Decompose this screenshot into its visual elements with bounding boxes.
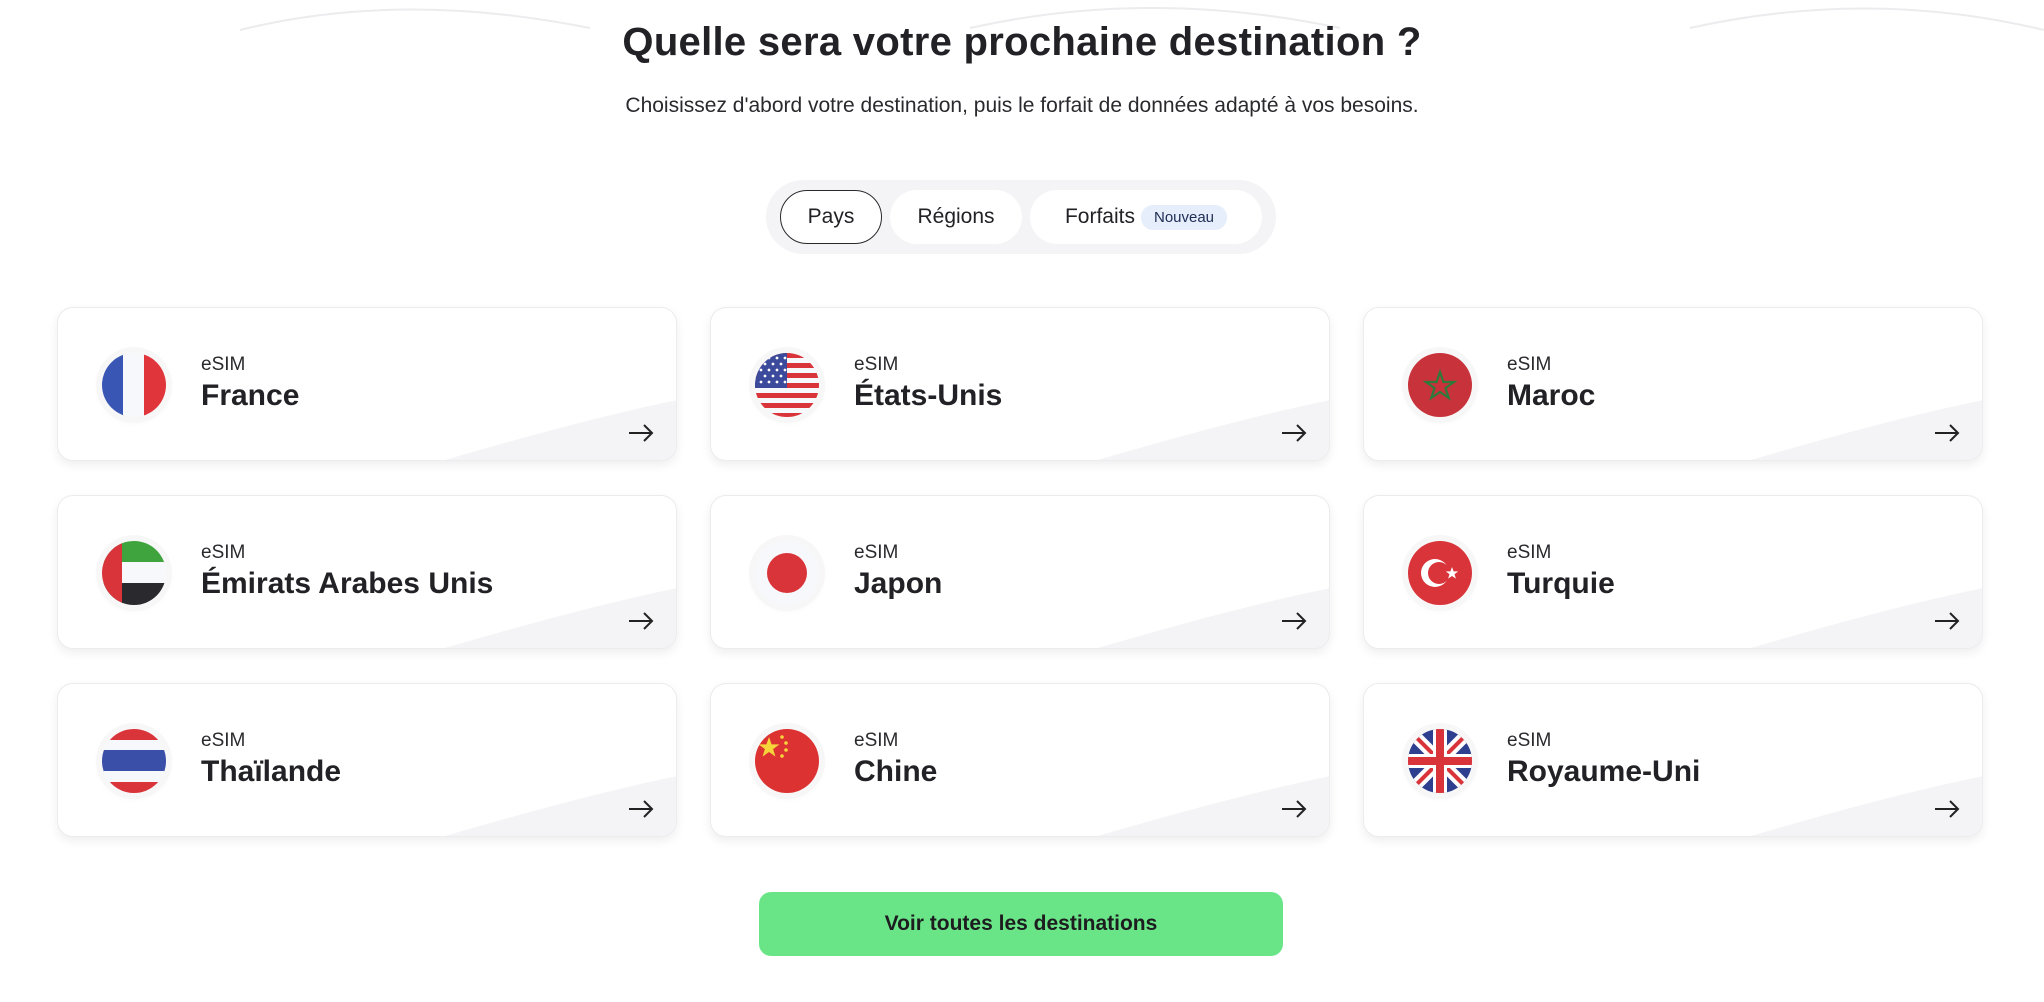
arrow-right-icon bbox=[1935, 612, 1960, 630]
arrow-right-icon bbox=[1282, 424, 1307, 442]
page-subtitle: Choisissez d'abord votre destination, pu… bbox=[625, 94, 1419, 117]
tab-forfaits-label: Forfaits bbox=[1064, 205, 1135, 228]
uk-flag-icon bbox=[1408, 729, 1472, 793]
country-name: Maroc bbox=[1507, 379, 1596, 412]
esim-label: eSIM bbox=[854, 730, 899, 751]
country-name: Royaume-Uni bbox=[1507, 755, 1701, 788]
arrow-right-icon bbox=[1935, 800, 1960, 818]
destination-card-etats-unis[interactable]: eSIM États-Unis bbox=[710, 307, 1330, 461]
destination-card-chine[interactable]: eSIM Chine bbox=[710, 683, 1330, 837]
country-name: Thaïlande bbox=[201, 755, 342, 788]
arrow-right-icon bbox=[629, 800, 654, 818]
arrow-right-icon bbox=[629, 612, 654, 630]
country-name: Japon bbox=[854, 567, 943, 600]
esim-label: eSIM bbox=[201, 354, 246, 375]
tab-forfaits[interactable]: Forfaits Nouveau bbox=[1030, 190, 1262, 244]
arrow-right-icon bbox=[629, 424, 654, 442]
esim-label: eSIM bbox=[1507, 542, 1552, 563]
esim-label: eSIM bbox=[854, 542, 899, 563]
esim-label: eSIM bbox=[1507, 354, 1552, 375]
arrow-right-icon bbox=[1935, 424, 1960, 442]
country-name: France bbox=[201, 379, 300, 412]
tab-regions-label: Régions bbox=[917, 205, 995, 228]
destination-card-emirats-arabes-unis[interactable]: eSIM Émirats Arabes Unis bbox=[57, 495, 677, 649]
tab-pays-label: Pays bbox=[807, 205, 855, 228]
country-name: Turquie bbox=[1507, 567, 1615, 600]
see-all-destinations-button[interactable]: Voir toutes les destinations bbox=[759, 892, 1283, 956]
morocco-flag-icon bbox=[1408, 353, 1472, 417]
uae-flag-icon bbox=[102, 541, 166, 605]
destination-card-royaume-uni[interactable]: eSIM Royaume-Uni bbox=[1363, 683, 1983, 837]
see-all-destinations-label: Voir toutes les destinations bbox=[884, 912, 1158, 935]
tab-pays[interactable]: Pays bbox=[780, 190, 882, 244]
destination-card-france[interactable]: eSIM France bbox=[57, 307, 677, 461]
esim-label: eSIM bbox=[201, 542, 246, 563]
destination-card-japon[interactable]: eSIM Japon bbox=[710, 495, 1330, 649]
destination-card-turquie[interactable]: eSIM Turquie bbox=[1363, 495, 1983, 649]
country-name: États-Unis bbox=[854, 379, 1003, 412]
country-name: Émirats Arabes Unis bbox=[201, 567, 494, 600]
japan-flag-icon bbox=[755, 541, 819, 605]
destination-type-tabs: Pays Régions Forfaits Nouveau bbox=[766, 180, 1276, 254]
china-flag-icon bbox=[755, 729, 819, 793]
new-badge: Nouveau bbox=[1140, 204, 1228, 230]
page-title: Quelle sera votre prochaine destination … bbox=[622, 20, 1422, 64]
esim-label: eSIM bbox=[201, 730, 246, 751]
country-name: Chine bbox=[854, 755, 938, 788]
destination-card-maroc[interactable]: eSIM Maroc bbox=[1363, 307, 1983, 461]
esim-label: eSIM bbox=[1507, 730, 1552, 751]
destination-card-thailande[interactable]: eSIM Thaïlande bbox=[57, 683, 677, 837]
turkey-flag-icon bbox=[1408, 541, 1472, 605]
arrow-right-icon bbox=[1282, 612, 1307, 630]
destination-grid: eSIM France eSIM États-Unis eSIM Maroc e… bbox=[57, 307, 1987, 839]
thailand-flag-icon bbox=[102, 729, 166, 793]
tab-regions[interactable]: Régions bbox=[890, 190, 1022, 244]
arrow-right-icon bbox=[1282, 800, 1307, 818]
france-flag-icon bbox=[102, 353, 166, 417]
usa-flag-icon bbox=[755, 353, 819, 417]
esim-label: eSIM bbox=[854, 354, 899, 375]
